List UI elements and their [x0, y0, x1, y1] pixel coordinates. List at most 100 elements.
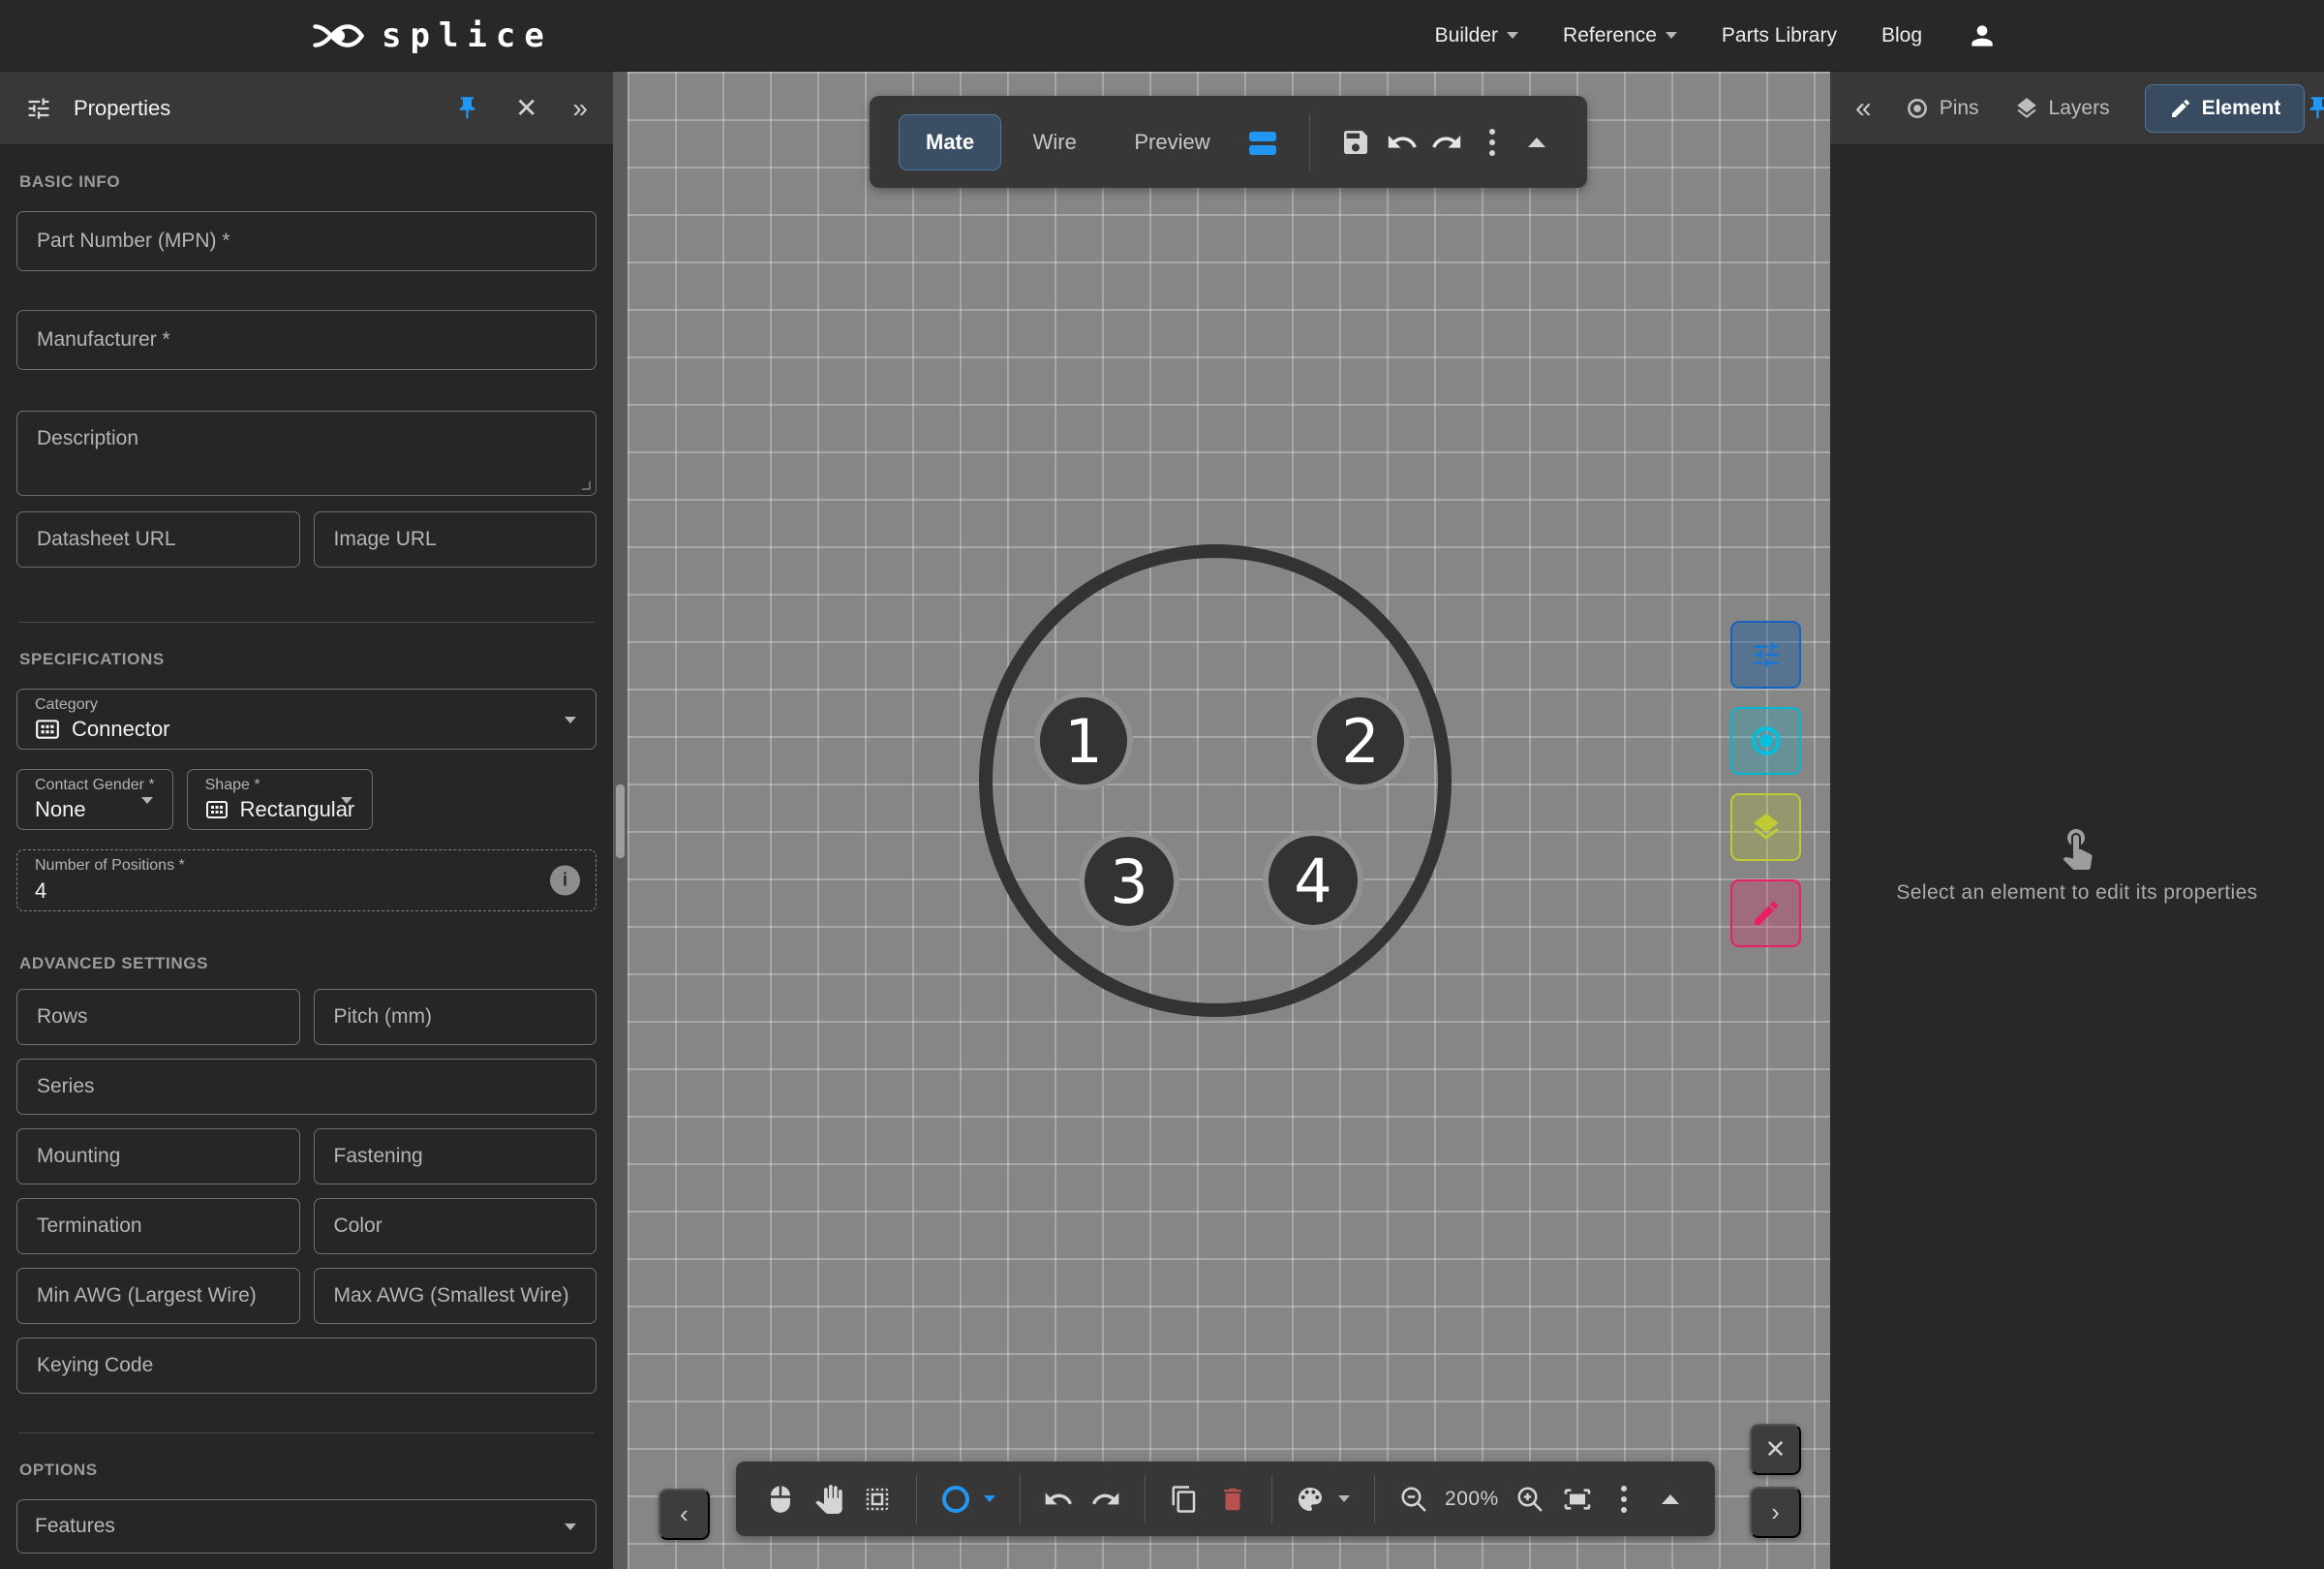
nav-links: Builder Reference Parts Library Blog — [1435, 20, 1998, 51]
zoom-in-icon[interactable] — [1509, 1478, 1551, 1521]
layers-icon — [2014, 96, 2039, 121]
collapse-toolbar-icon[interactable] — [1515, 121, 1558, 164]
scrollbar-thumb[interactable] — [616, 784, 625, 858]
edit-quick-button[interactable] — [1730, 879, 1801, 947]
fastening-input[interactable] — [315, 1129, 596, 1184]
layers-quick-button[interactable] — [1730, 793, 1801, 861]
section-divider — [18, 1432, 595, 1433]
layout-rows-icon[interactable] — [1241, 121, 1284, 164]
features-select[interactable]: Features — [16, 1499, 596, 1554]
contact-gender-select[interactable]: Contact Gender * None — [16, 769, 173, 830]
connector-pin-4[interactable]: 4 — [1266, 833, 1361, 928]
pan-hand-icon[interactable] — [808, 1478, 850, 1521]
expand-right-panel-button[interactable]: › — [1750, 1487, 1801, 1538]
more-options-icon[interactable] — [1471, 121, 1514, 164]
basic-info-heading: BASIC INFO — [19, 172, 594, 192]
properties-quick-button[interactable] — [1730, 621, 1801, 689]
rows-field — [16, 989, 300, 1045]
pitch-input[interactable] — [315, 990, 596, 1044]
delete-trash-icon[interactable] — [1211, 1478, 1254, 1521]
splice-logo[interactable]: splice — [312, 16, 553, 55]
properties-panel-header: Properties ✕ » — [0, 72, 613, 145]
shape-select[interactable]: Shape * Rectangular — [187, 769, 374, 830]
collapse-toolbar-icon[interactable] — [1649, 1478, 1692, 1521]
inspector-panel: « Pins Layers Element — [1830, 72, 2324, 1569]
toolbar-divider — [1271, 1475, 1272, 1523]
close-canvas-button[interactable]: ✕ — [1750, 1424, 1801, 1475]
color-field — [314, 1198, 597, 1254]
manufacturer-input[interactable] — [17, 311, 596, 369]
tab-wire[interactable]: Wire — [1007, 115, 1103, 169]
more-options-icon[interactable] — [1603, 1478, 1645, 1521]
collapse-panel-icon[interactable]: » — [572, 95, 588, 122]
nav-parts-library[interactable]: Parts Library — [1722, 24, 1837, 47]
close-panel-icon[interactable]: ✕ — [515, 95, 537, 122]
marquee-select-icon[interactable] — [856, 1478, 899, 1521]
tab-mate[interactable]: Mate — [899, 114, 1001, 170]
inspector-body: Select an element to edit its properties — [1830, 145, 2324, 1569]
keying-code-input[interactable] — [17, 1338, 596, 1393]
color-input[interactable] — [315, 1199, 596, 1253]
description-input[interactable] — [17, 412, 596, 495]
nav-blog[interactable]: Blog — [1881, 24, 1922, 47]
pin-2-label: 2 — [1341, 706, 1379, 777]
redo-icon[interactable] — [1085, 1478, 1127, 1521]
save-icon[interactable] — [1334, 121, 1377, 164]
collapse-right-panel-icon[interactable]: « — [1855, 92, 1872, 125]
nav-builder[interactable]: Builder — [1435, 24, 1518, 47]
zoom-level[interactable]: 200% — [1435, 1488, 1509, 1511]
tab-preview[interactable]: Preview — [1108, 115, 1236, 169]
category-value: Connector — [72, 717, 170, 742]
zoom-out-icon[interactable] — [1392, 1478, 1435, 1521]
info-icon[interactable]: i — [550, 866, 580, 896]
max-awg-input[interactable] — [315, 1269, 596, 1323]
tab-element[interactable]: Element — [2145, 84, 2306, 133]
redo-icon[interactable] — [1425, 121, 1468, 164]
ellipse-tool-icon[interactable] — [934, 1478, 977, 1521]
nav-reference[interactable]: Reference — [1563, 24, 1677, 47]
options-heading: OPTIONS — [19, 1461, 594, 1480]
min-awg-input[interactable] — [17, 1269, 299, 1323]
connector-drawing[interactable]: 1 2 3 4 — [925, 490, 1506, 1071]
positions-field: Number of Positions * 4 i — [16, 849, 596, 911]
palette-icon[interactable] — [1289, 1478, 1331, 1521]
pin-1-label: 1 — [1064, 706, 1102, 777]
duplicate-icon[interactable] — [1163, 1478, 1206, 1521]
positions-value[interactable]: 4 — [35, 878, 578, 904]
expand-left-panel-button[interactable]: ‹ — [658, 1489, 710, 1540]
splice-logo-icon — [312, 17, 366, 54]
specifications-heading: SPECIFICATIONS — [19, 650, 594, 669]
series-input[interactable] — [17, 1060, 596, 1114]
datasheet-url-field — [16, 511, 300, 568]
part-number-input[interactable] — [17, 212, 596, 270]
user-avatar-icon[interactable] — [1967, 20, 1998, 51]
pin-panel-icon[interactable] — [454, 95, 480, 121]
fit-to-screen-icon[interactable] — [1556, 1478, 1599, 1521]
contact-gender-label: Contact Gender * — [35, 777, 155, 794]
tab-element-label: Element — [2202, 97, 2281, 120]
shape-grid-icon — [205, 798, 229, 821]
image-url-input[interactable] — [315, 512, 596, 567]
rows-input[interactable] — [17, 990, 299, 1044]
connector-pin-3[interactable]: 3 — [1082, 834, 1177, 929]
connector-pin-2[interactable]: 2 — [1314, 694, 1407, 787]
pin-panel-icon[interactable] — [2305, 95, 2324, 121]
category-select[interactable]: Category Connector — [16, 689, 596, 750]
shape-dropdown-icon[interactable] — [977, 1478, 1002, 1521]
mounting-input[interactable] — [17, 1129, 299, 1184]
connector-pin-1[interactable]: 1 — [1037, 694, 1130, 787]
nav-parts-library-label: Parts Library — [1722, 24, 1837, 47]
pins-quick-button[interactable] — [1730, 707, 1801, 775]
properties-panel: Properties ✕ » BASIC INFO — [0, 72, 627, 1569]
termination-input[interactable] — [17, 1199, 299, 1253]
editor-canvas[interactable]: 1 2 3 4 M — [627, 72, 1830, 1569]
app-window: splice Builder Reference Parts Library B… — [0, 0, 2324, 1569]
tab-layers[interactable]: Layers — [2014, 96, 2110, 121]
mouse-tool-icon[interactable] — [759, 1478, 802, 1521]
tab-pins[interactable]: Pins — [1905, 96, 1979, 121]
datasheet-url-input[interactable] — [17, 512, 299, 567]
undo-icon[interactable] — [1381, 121, 1423, 164]
palette-dropdown-icon[interactable] — [1331, 1478, 1357, 1521]
panel-scrollbar[interactable] — [613, 72, 627, 1569]
undo-icon[interactable] — [1037, 1478, 1080, 1521]
